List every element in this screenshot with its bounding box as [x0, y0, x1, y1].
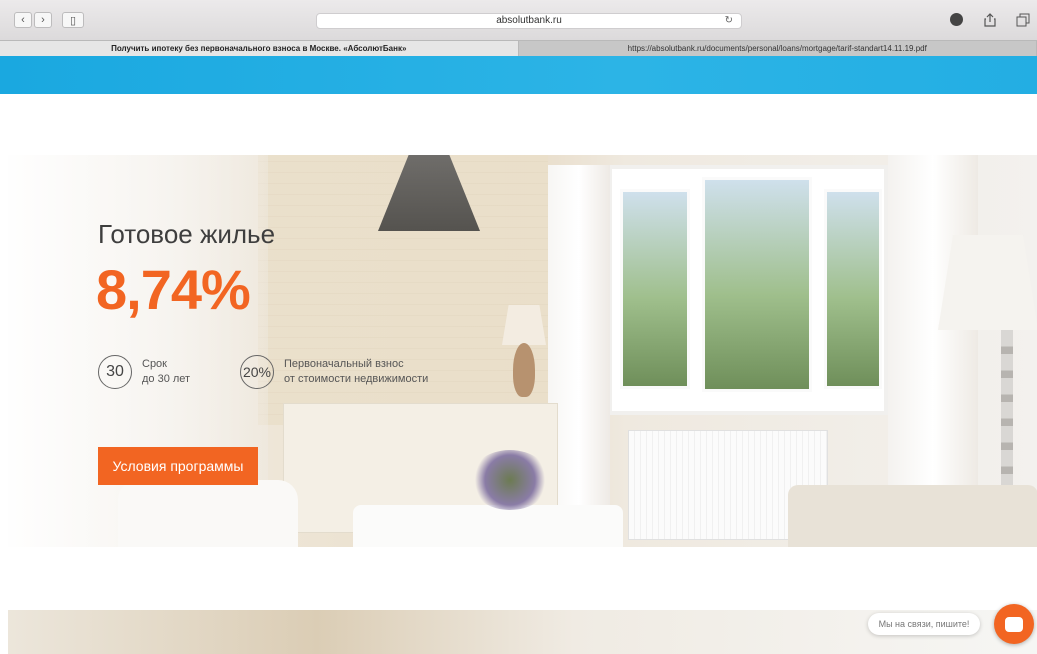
chat-label[interactable]: Мы на связи, пишите! [868, 613, 980, 635]
program-terms-button[interactable]: Условия программы [98, 447, 258, 485]
floor-lamp-stem [1001, 330, 1013, 490]
hero-banner: Готовое жилье 8,74% 30 Срок до 30 лет 20… [8, 155, 1037, 547]
tab-strip: Получить ипотеку без первоначального взн… [0, 40, 1037, 56]
down-payment-line1: Первоначальный взнос [284, 358, 404, 370]
term-stat: 30 Срок до 30 лет [98, 355, 190, 389]
chevron-left-icon: ‹ [21, 14, 25, 26]
room-sofa [788, 485, 1037, 547]
term-line1: Срок [142, 358, 167, 370]
chat-button[interactable] [994, 604, 1034, 644]
hero-title: Готовое жилье [98, 219, 276, 249]
down-payment-line2: от стоимости недвижимости [284, 373, 429, 385]
tabs-overview-icon[interactable] [1015, 12, 1031, 28]
reload-icon[interactable]: ↻ [725, 14, 733, 28]
coffee-table [353, 505, 623, 547]
chat-bubble-icon [1005, 616, 1023, 632]
term-circle: 30 [98, 355, 132, 389]
table-lamp [502, 305, 546, 345]
room-armchair [118, 480, 298, 547]
room-window [608, 165, 888, 415]
back-button[interactable]: ‹ [14, 12, 32, 28]
share-icon[interactable] [982, 12, 998, 28]
term-text: Срок до 30 лет [142, 357, 190, 387]
plant [470, 450, 550, 510]
sidebar-button[interactable]: ▯ [62, 12, 84, 28]
sidebar-icon: ▯ [69, 14, 77, 27]
tab-active[interactable]: Получить ипотеку без первоначального взн… [0, 41, 519, 56]
floor-lamp [938, 235, 1037, 330]
term-line2: до 30 лет [142, 373, 191, 385]
browser-toolbar: ‹ › ▯ absolutbank.ru ↻ [0, 0, 1037, 40]
download-icon[interactable] [950, 13, 963, 26]
interest-rate: 8,74% [96, 258, 251, 321]
forward-button[interactable]: › [34, 12, 52, 28]
address-bar[interactable]: absolutbank.ru ↻ [316, 13, 742, 29]
down-payment-circle: 20% [240, 355, 274, 389]
down-payment-stat: 20% Первоначальный взнос от стоимости не… [240, 355, 428, 389]
chevron-right-icon: › [41, 14, 45, 26]
down-payment-text: Первоначальный взнос от стоимости недвиж… [284, 357, 428, 387]
url-text: absolutbank.ru [496, 15, 562, 26]
site-header-bar [0, 56, 1037, 94]
table-lamp-base [513, 343, 535, 397]
tab-pdf[interactable]: https://absolutbank.ru/documents/persona… [518, 41, 1037, 56]
